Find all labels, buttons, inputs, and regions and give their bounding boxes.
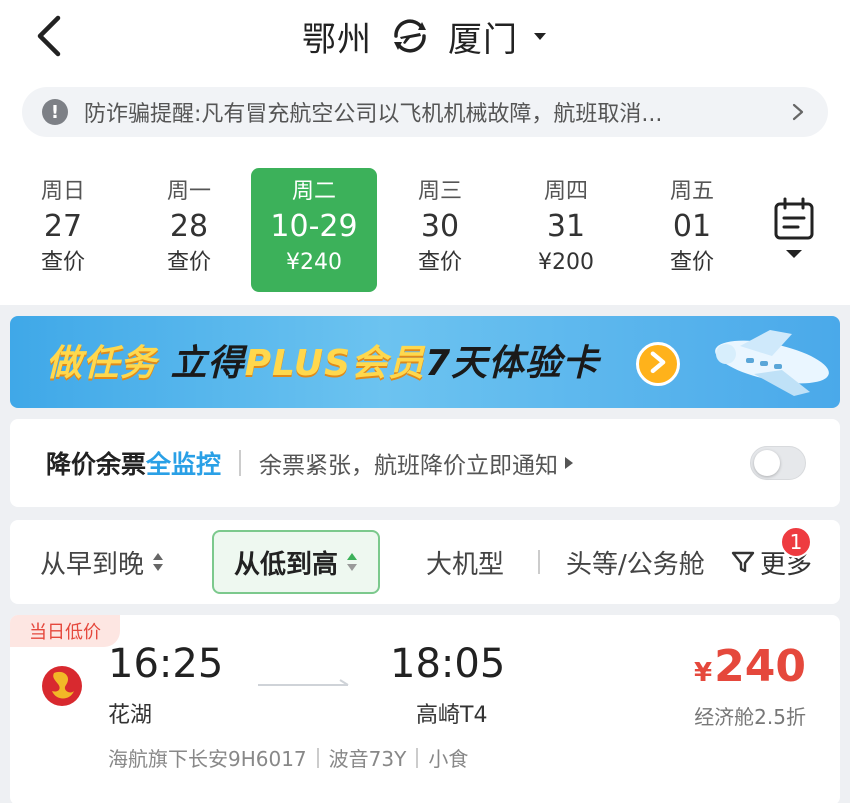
date-price: 查价 bbox=[40, 250, 85, 275]
date-scroll-fade bbox=[715, 168, 745, 294]
date-price: 查价 bbox=[166, 250, 211, 275]
price-monitor-card[interactable]: 降价余票 全监控 余票紧张，航班降价立即通知 bbox=[10, 419, 840, 507]
header-area: 鄂州 厦门 ! 防诈骗提醒:凡有冒充航空公司以飞机机械故障，航班取消... 周日… bbox=[0, 0, 850, 305]
monitor-title-highlight: 全监控 bbox=[146, 450, 222, 479]
divider bbox=[416, 747, 419, 768]
carrier-flight-number: 海航旗下长安9H6017 bbox=[108, 747, 307, 771]
sort-updown-icon bbox=[153, 553, 164, 571]
sort-large-aircraft[interactable]: 大机型 bbox=[426, 520, 504, 604]
date-item[interactable]: 周日 27 查价 bbox=[0, 168, 126, 292]
airline-logo-icon bbox=[42, 666, 82, 706]
cabin-discount: 经济舱2.5折 bbox=[694, 705, 806, 729]
divider bbox=[538, 550, 540, 574]
flight-card[interactable]: 当日低价 16:25 花湖 18:05 高崎T4 ¥ 240 经济舱2.5折 海… bbox=[10, 615, 840, 803]
date-weekday: 周二 bbox=[291, 179, 336, 204]
date-day: 31 bbox=[546, 209, 586, 244]
date-day: 10-29 bbox=[270, 209, 358, 244]
date-weekday: 周三 bbox=[417, 179, 462, 204]
date-price: ¥200 bbox=[538, 250, 594, 275]
airplane-illustration-icon bbox=[715, 330, 829, 396]
sort-label: 大机型 bbox=[426, 549, 505, 580]
date-item[interactable]: 周四 31 ¥200 bbox=[503, 168, 629, 292]
origin-city: 鄂州 bbox=[302, 19, 372, 60]
arrival-time: 18:05 bbox=[390, 641, 506, 687]
filter-icon bbox=[731, 551, 755, 573]
route-title[interactable]: 鄂州 厦门 bbox=[0, 10, 850, 62]
fraud-notice-bar[interactable]: ! 防诈骗提醒:凡有冒充航空公司以飞机机械故障，航班取消... bbox=[22, 87, 828, 137]
monitor-toggle[interactable] bbox=[750, 446, 806, 480]
flight-arrow-icon bbox=[258, 679, 349, 686]
date-selector: 周日 27 查价 周一 28 查价 周二 10-29 ¥240 周三 30 查价… bbox=[0, 168, 740, 294]
monitor-description: 余票紧张，航班降价立即通知 bbox=[259, 453, 559, 479]
round-trip-plane-icon bbox=[394, 19, 426, 53]
toggle-knob bbox=[754, 450, 780, 476]
meal-info: 小食 bbox=[428, 747, 469, 771]
sort-early-to-late[interactable]: 从早到晚 bbox=[40, 520, 164, 604]
caret-down-icon bbox=[534, 33, 546, 40]
date-item-selected[interactable]: 周二 10-29 ¥240 bbox=[251, 168, 377, 292]
divider bbox=[239, 450, 242, 476]
sort-updown-icon bbox=[347, 553, 358, 571]
calendar-icon[interactable] bbox=[770, 196, 818, 266]
triangle-right-icon bbox=[565, 457, 574, 469]
filter-count-badge: 1 bbox=[780, 526, 812, 558]
date-item[interactable]: 周三 30 查价 bbox=[377, 168, 503, 292]
go-arrow-icon bbox=[636, 342, 680, 386]
notice-text: 防诈骗提醒:凡有冒充航空公司以飞机机械故障，航班取消... bbox=[84, 102, 663, 127]
departure-airport: 花湖 bbox=[108, 703, 153, 728]
banner-text-part: 做任务 bbox=[46, 343, 158, 384]
departure-time: 16:25 bbox=[108, 641, 224, 687]
sort-bar: 从早到晚 从低到高 大机型 头等/公务舱 更多 bbox=[10, 520, 840, 604]
price-value: 240 bbox=[714, 641, 806, 692]
price-currency: ¥ bbox=[694, 658, 713, 688]
monitor-title: 降价余票 bbox=[46, 450, 147, 479]
date-weekday: 周四 bbox=[543, 179, 588, 204]
warning-icon: ! bbox=[42, 99, 68, 125]
plus-member-banner[interactable]: 做任务 立得PLUS会员7天体验卡 bbox=[10, 316, 840, 408]
aircraft-type: 波音73Y bbox=[328, 747, 407, 771]
date-price: 查价 bbox=[417, 250, 462, 275]
banner-text: 做任务 立得PLUS会员7天体验卡 bbox=[46, 334, 599, 386]
date-weekday: 周一 bbox=[166, 179, 211, 204]
date-price: ¥240 bbox=[286, 250, 342, 275]
banner-text-part: PLUS会员 bbox=[244, 343, 426, 384]
sort-label: 从低到高 bbox=[234, 549, 339, 580]
date-item[interactable]: 周一 28 查价 bbox=[126, 168, 252, 292]
date-weekday: 周日 bbox=[40, 179, 85, 204]
banner-text-part: 立得 bbox=[170, 343, 245, 384]
flight-info-row: 海航旗下长安9H6017 波音73Y 小食 bbox=[108, 743, 468, 772]
arrival-airport: 高崎T4 bbox=[416, 703, 488, 728]
sort-label: 从早到晚 bbox=[40, 549, 145, 580]
date-day: 27 bbox=[43, 209, 83, 244]
date-day: 28 bbox=[169, 209, 209, 244]
destination-city: 厦门 bbox=[448, 19, 518, 60]
banner-text-part: 7天体验卡 bbox=[425, 343, 600, 384]
lowest-price-tag: 当日低价 bbox=[10, 615, 120, 647]
date-day: 30 bbox=[420, 209, 460, 244]
sort-label: 头等/公务舱 bbox=[566, 549, 705, 580]
sort-first-business-class[interactable]: 头等/公务舱 bbox=[566, 520, 705, 604]
chevron-right-icon bbox=[792, 103, 804, 121]
flight-price: ¥ 240 bbox=[694, 641, 806, 692]
divider bbox=[316, 747, 319, 768]
sort-low-to-high[interactable]: 从低到高 bbox=[212, 530, 381, 594]
